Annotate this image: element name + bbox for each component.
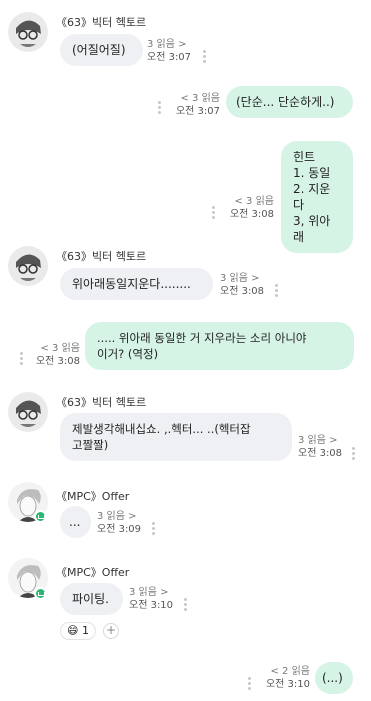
timestamp: 오전 3:10 bbox=[265, 679, 310, 690]
online-badge-icon bbox=[34, 587, 47, 600]
read-receipt[interactable]: 3 읽음 > bbox=[97, 510, 141, 523]
online-badge-icon bbox=[34, 510, 47, 523]
message-bubble[interactable]: 파이팅. bbox=[60, 583, 123, 615]
message-bubble[interactable]: (...) bbox=[315, 662, 353, 694]
timestamp: 오전 3:08 bbox=[229, 209, 274, 220]
read-receipt[interactable]: 3 읽음 > bbox=[147, 38, 191, 51]
message-meta: 3 읽음 > 오전 3:10 bbox=[129, 586, 173, 612]
avatar-victor[interactable] bbox=[8, 12, 48, 52]
timestamp: 오전 3:07 bbox=[175, 106, 220, 117]
message-bubble[interactable]: ... bbox=[60, 506, 91, 538]
timestamp: 오전 3:08 bbox=[220, 286, 265, 297]
avatar-victor[interactable] bbox=[8, 392, 48, 432]
timestamp: 오전 3:08 bbox=[35, 356, 80, 367]
sender-name: 《63》빅터 헥토르 bbox=[56, 396, 147, 409]
read-receipt[interactable]: < 3 읽음 bbox=[36, 342, 81, 355]
message-meta: < 3 읽음 오전 3:08 bbox=[36, 342, 80, 368]
message-meta: 3 읽음 > 오전 3:07 bbox=[147, 38, 191, 64]
read-receipt[interactable]: 3 읽음 > bbox=[129, 586, 173, 599]
message-bubble[interactable]: 제발생각해내십쇼. ,.헥터... ..(헥터잡 고짤짤) bbox=[60, 413, 292, 461]
laughing-emoji-icon: 😄 bbox=[67, 624, 79, 637]
vertical-ellipsis-icon[interactable] bbox=[248, 677, 252, 691]
read-receipt[interactable]: < 3 읽음 bbox=[230, 195, 275, 208]
reaction-count: 1 bbox=[81, 624, 89, 637]
message-bubble[interactable]: (단순... 단순하게..) bbox=[226, 86, 353, 118]
timestamp: 오전 3:09 bbox=[97, 524, 142, 535]
vertical-ellipsis-icon[interactable] bbox=[158, 101, 162, 115]
read-receipt[interactable]: < 3 읽음 bbox=[176, 92, 221, 105]
message-meta: < 2 읽음 오전 3:10 bbox=[266, 665, 310, 691]
vertical-ellipsis-icon[interactable] bbox=[184, 598, 188, 612]
message-meta: < 3 읽음 오전 3:08 bbox=[230, 195, 274, 221]
avatar-victor[interactable] bbox=[8, 246, 48, 286]
sender-name: 《MPC》Offer bbox=[56, 490, 130, 503]
timestamp: 오전 3:08 bbox=[298, 448, 343, 459]
message-meta: < 3 읽음 오전 3:07 bbox=[176, 92, 220, 118]
vertical-ellipsis-icon[interactable] bbox=[152, 522, 156, 536]
message-bubble[interactable]: 위아래동일지운다........ bbox=[60, 268, 213, 300]
sender-name: 《63》빅터 헥토르 bbox=[56, 250, 147, 263]
read-receipt[interactable]: 3 읽음 > bbox=[220, 272, 264, 285]
message-bubble[interactable]: (어질어질) bbox=[60, 34, 143, 66]
message-meta: 3 읽음 > 오전 3:08 bbox=[298, 434, 342, 460]
sender-name: 《63》빅터 헥토르 bbox=[56, 16, 147, 29]
read-receipt[interactable]: < 2 읽음 bbox=[266, 665, 311, 678]
vertical-ellipsis-icon[interactable] bbox=[212, 206, 216, 220]
vertical-ellipsis-icon[interactable] bbox=[203, 50, 207, 64]
timestamp: 오전 3:07 bbox=[147, 52, 192, 63]
timestamp: 오전 3:10 bbox=[129, 600, 174, 611]
sender-name: 《MPC》Offer bbox=[56, 566, 130, 579]
message-meta: 3 읽음 > 오전 3:08 bbox=[220, 272, 264, 298]
vertical-ellipsis-icon[interactable] bbox=[20, 352, 24, 366]
read-receipt[interactable]: 3 읽음 > bbox=[298, 434, 342, 447]
message-bubble[interactable]: 힌트 1. 동일 2. 지운다 3, 위아래 bbox=[281, 141, 353, 253]
vertical-ellipsis-icon[interactable] bbox=[352, 447, 356, 461]
chat-transcript: 《63》빅터 헥토르 (어질어질) 3 읽음 > 오전 3:07 < 3 읽음 … bbox=[0, 0, 371, 701]
vertical-ellipsis-icon[interactable] bbox=[275, 284, 279, 298]
message-bubble[interactable]: ..... 위아래 동일한 거 지우라는 소리 아니야 이거? (역정) bbox=[85, 322, 354, 370]
reaction-chip[interactable]: 😄 1 bbox=[60, 622, 96, 640]
message-meta: 3 읽음 > 오전 3:09 bbox=[97, 510, 141, 536]
plus-icon[interactable]: + bbox=[103, 623, 119, 639]
